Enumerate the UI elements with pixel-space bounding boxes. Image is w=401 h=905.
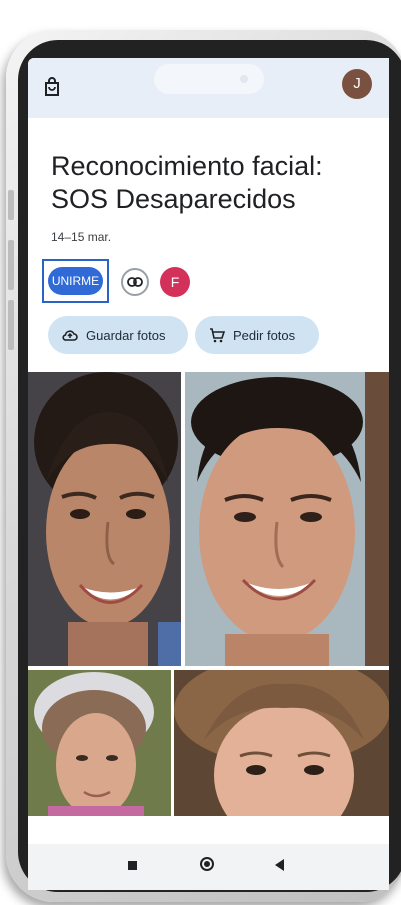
order-photos-label: Pedir fotos [233, 327, 296, 343]
user-avatar[interactable]: J [342, 69, 372, 99]
camera-lens [240, 75, 248, 83]
save-photos-button[interactable]: Guardar fotos [48, 316, 188, 354]
photo-face-woman-dark-hair[interactable] [28, 372, 181, 666]
phone-side-button [8, 300, 14, 350]
join-button-focus-ring[interactable]: UNIRME [42, 259, 109, 303]
photo-face-child[interactable] [174, 670, 389, 816]
phone-side-button [8, 240, 14, 290]
cloud-upload-icon [62, 330, 78, 341]
face-illustration [28, 372, 181, 666]
recent-apps-icon[interactable] [128, 861, 137, 870]
shopping-bag-icon[interactable] [42, 76, 62, 98]
share-link-button[interactable] [121, 268, 149, 296]
photo-face-older-woman[interactable] [28, 670, 171, 816]
member-avatar[interactable]: F [160, 267, 190, 297]
face-illustration [185, 372, 389, 666]
app-screen: J Reconocimiento facial: SOS Desaparecid… [28, 58, 389, 890]
face-illustration [28, 670, 171, 816]
save-photos-label: Guardar fotos [86, 327, 166, 343]
order-photos-button[interactable]: Pedir fotos [195, 316, 319, 354]
home-icon[interactable] [200, 857, 214, 871]
face-illustration [174, 670, 389, 816]
link-icon [127, 277, 143, 287]
phone-side-button [8, 190, 14, 220]
join-button[interactable]: UNIRME [48, 267, 103, 295]
album-title: Reconocimiento facial: SOS Desaparecidos [51, 151, 323, 214]
album-date: 14–15 mar. [51, 230, 112, 244]
back-icon[interactable] [275, 859, 284, 871]
top-app-bar: J [28, 58, 389, 118]
cart-icon [210, 327, 225, 342]
system-navigation-bar [28, 844, 389, 890]
photo-face-young-man[interactable] [185, 372, 389, 666]
